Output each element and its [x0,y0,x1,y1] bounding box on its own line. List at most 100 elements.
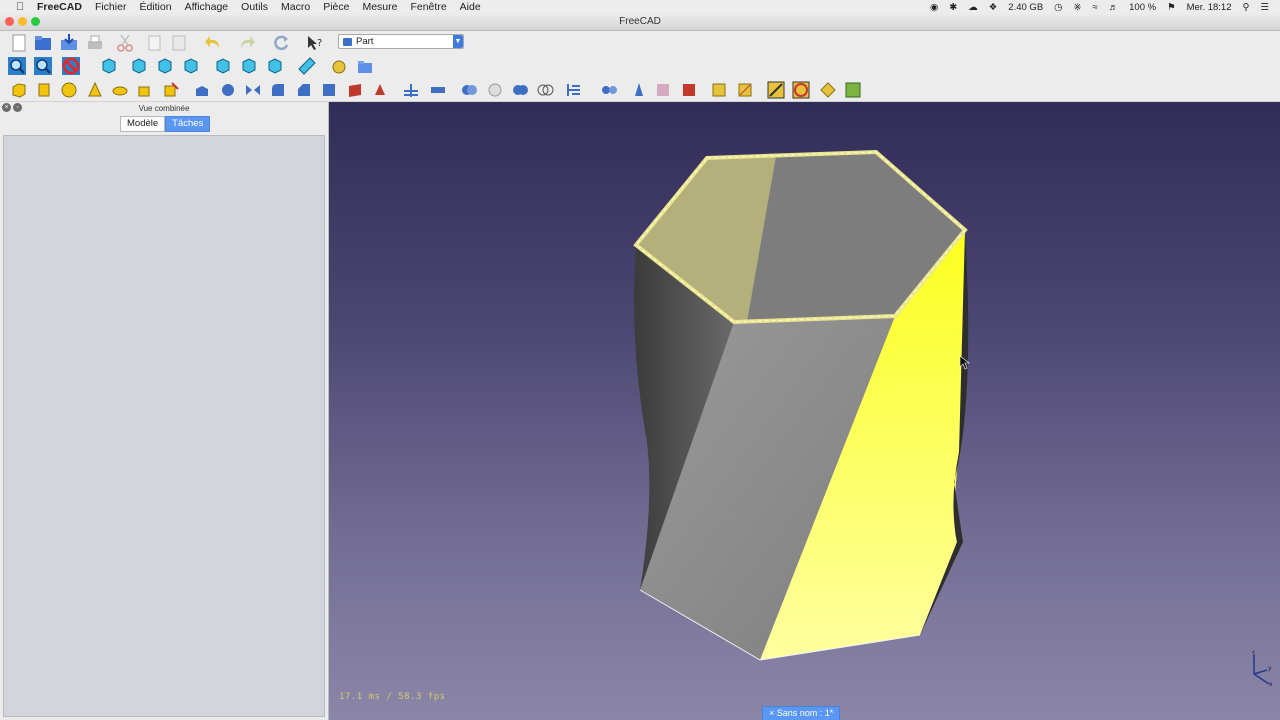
wifi-icon[interactable]: ≈ [1092,2,1097,13]
measure-refresh-icon[interactable] [767,81,785,99]
box-icon[interactable] [10,81,28,99]
open-file-icon[interactable] [34,34,52,52]
combo-tabs: Modèle Tâches [120,116,211,132]
fit-all-icon[interactable] [8,57,26,75]
primitives-icon[interactable] [136,81,154,99]
print-icon[interactable] [86,34,104,52]
flag-icon[interactable]: ⚑ [1167,2,1176,13]
tab-taches[interactable]: Tâches [165,116,211,132]
save-icon[interactable] [60,34,78,52]
3d-view[interactable]: 17.1 ms / 58.3 fps z y x × Sans nom : 1* [329,102,1280,720]
part-workbench-icon [343,38,352,46]
measure-toggle-icon[interactable] [819,81,837,99]
menu-outils[interactable]: Outils [241,1,268,13]
cloud-icon[interactable]: ☁ [968,2,978,13]
make-face-icon[interactable] [320,81,338,99]
axis-cross-icon: z y x [1252,650,1273,686]
measure-linear-icon[interactable] [710,81,728,99]
check-geometry-icon[interactable] [654,81,672,99]
view-isometric-icon[interactable] [100,57,118,75]
draw-style-icon[interactable] [62,57,80,75]
twisted-hexagon-model[interactable] [329,102,1280,720]
cone-icon[interactable] [86,81,104,99]
part-toolbar [0,79,1280,102]
bluetooth-icon[interactable]: ※ [1073,2,1081,13]
sphere-icon[interactable] [60,81,78,99]
measure-icon[interactable] [298,57,316,75]
refresh-icon[interactable] [272,34,290,52]
shape-builder-icon[interactable] [162,81,180,99]
view-rear-icon[interactable] [214,57,232,75]
document-tab[interactable]: × Sans nom : 1* [762,706,841,720]
fillet-icon[interactable] [269,81,287,99]
cut-icon[interactable] [116,34,134,52]
battery-readout[interactable]: 100 % [1129,2,1156,13]
measure-3d-icon[interactable] [844,81,862,99]
volume-icon[interactable]: ♬ [1109,2,1119,13]
measure-angular-icon[interactable] [736,81,754,99]
paste-icon[interactable] [170,34,188,52]
close-tab-icon[interactable]: × [769,708,774,718]
loft-icon[interactable] [371,81,389,99]
time-machine-icon[interactable]: ◷ [1054,2,1062,13]
gear-status-icon[interactable]: ✱ [949,2,957,13]
menu-aide[interactable]: Aide [460,1,481,13]
split-features-icon[interactable] [600,81,618,99]
view-front-icon[interactable] [130,57,148,75]
menu-mesure[interactable]: Mesure [362,1,397,13]
clock[interactable]: Mer. 18:12 [1187,2,1232,13]
fps-counter: 17.1 ms / 58.3 fps [339,692,446,702]
extrude-icon[interactable] [193,81,211,99]
workbench-selector[interactable]: Part ▼ [338,34,464,49]
intersection-icon[interactable] [536,81,554,99]
union-icon[interactable] [511,81,529,99]
menu-macro[interactable]: Macro [281,1,310,13]
chevron-down-icon: ▼ [453,35,463,48]
folder-icon[interactable] [356,58,374,76]
ruled-surface-icon[interactable] [346,81,364,99]
tab-modele[interactable]: Modèle [120,116,166,132]
svg-text:z: z [1252,650,1255,655]
storage-readout[interactable]: 2.40 GB [1008,2,1043,13]
search-icon[interactable]: ⚲ [1243,2,1250,13]
new-file-icon[interactable] [10,34,28,52]
record-icon[interactable]: ◉ [930,2,938,13]
notification-icon[interactable]: ☰ [1260,2,1269,13]
revolve-icon[interactable] [219,81,237,99]
defeaturing-icon[interactable] [680,81,698,99]
redo-icon[interactable] [238,34,256,52]
chamfer-icon[interactable] [295,81,313,99]
view-bottom-icon[interactable] [240,57,258,75]
combo-view-header: × ◦ Vue combinée [0,102,328,116]
copy-icon[interactable] [146,34,164,52]
measure-clear-icon[interactable] [792,81,810,99]
boolean-icon[interactable] [460,81,478,99]
macos-menubar:  FreeCAD Fichier Édition Affichage Outi… [0,0,1280,14]
section-icon[interactable] [402,81,420,99]
undo-icon[interactable] [204,34,222,52]
compound-icon[interactable] [630,81,648,99]
menu-edition[interactable]: Édition [139,1,171,13]
join-features-icon[interactable] [566,81,584,99]
menu-affichage[interactable]: Affichage [185,1,229,13]
menu-app[interactable]: FreeCAD [37,1,82,13]
fit-selection-icon[interactable] [34,57,52,75]
svg-text:y: y [1268,665,1272,672]
macro-icon[interactable] [330,58,348,76]
view-top-icon[interactable] [156,57,174,75]
menu-fenetre[interactable]: Fenêtre [410,1,446,13]
thickness-icon[interactable] [429,81,447,99]
view-left-icon[interactable] [266,57,284,75]
dropbox-icon[interactable]: ❖ [989,2,998,13]
menu-fichier[interactable]: Fichier [95,1,127,13]
mirror-icon[interactable] [244,81,262,99]
menu-piece[interactable]: Pièce [323,1,349,13]
apple-icon[interactable]:  [13,1,27,13]
whats-this-icon[interactable]: ? [306,34,324,52]
cylinder-icon[interactable] [35,81,53,99]
torus-icon[interactable] [111,81,129,99]
view-toolbar [0,55,1280,80]
task-panel [3,135,325,717]
view-right-icon[interactable] [182,57,200,75]
cut-boolean-icon[interactable] [486,81,504,99]
